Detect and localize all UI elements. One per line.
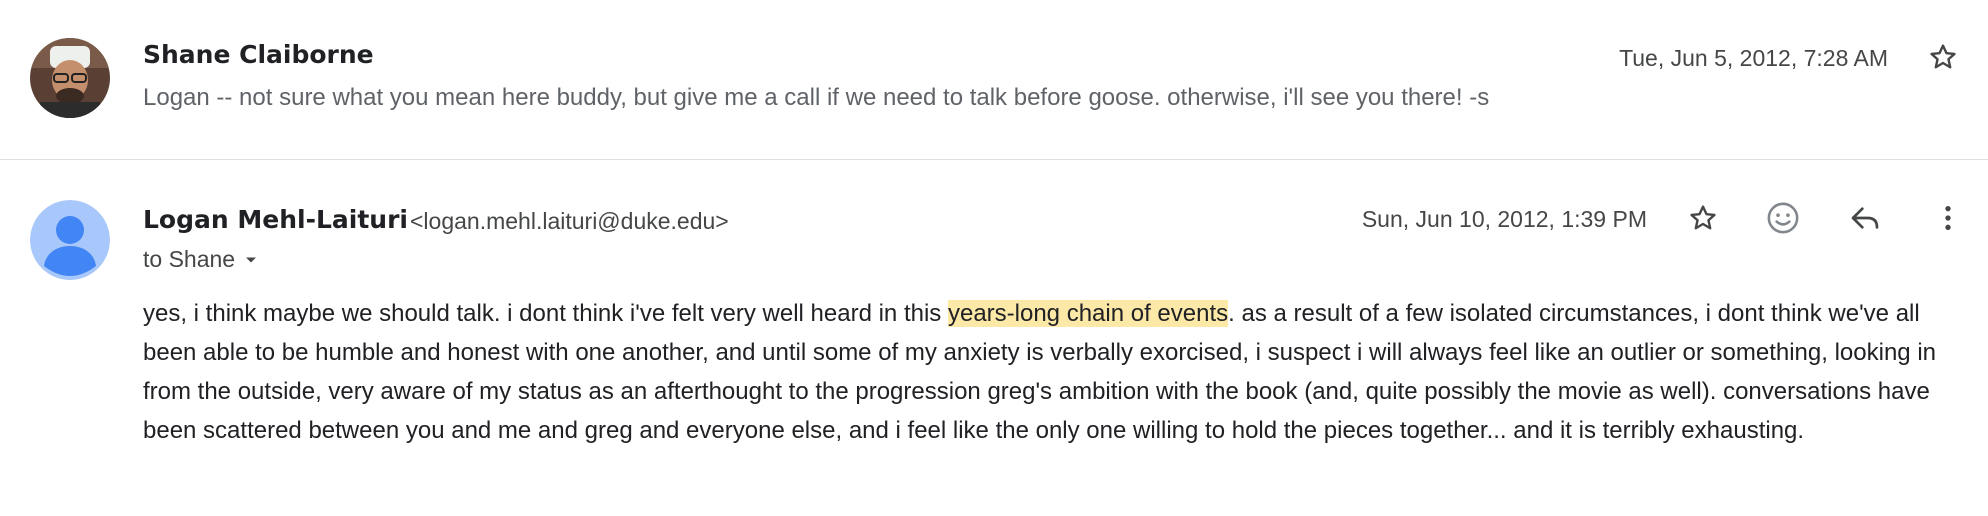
- chevron-down-icon: [246, 257, 257, 262]
- message-snippet: Logan -- not sure what you mean here bud…: [143, 84, 1490, 111]
- sender-email: <logan.mehl.laituri@duke.edu>: [410, 208, 729, 234]
- message-date: Sun, Jun 10, 2012, 1:39 PM: [1361, 206, 1647, 232]
- body-text-start: yes, i think maybe we should talk. i don…: [143, 300, 948, 327]
- emoji-react-icon[interactable]: [1761, 196, 1805, 240]
- photo-avatar-icon: [30, 38, 110, 118]
- avatar: [30, 200, 110, 280]
- message-date: Tue, Jun 5, 2012, 7:28 AM: [1619, 45, 1888, 71]
- sender-name: Logan Mehl-Laituri: [143, 205, 408, 234]
- recipient-details-toggle[interactable]: to Shane: [143, 246, 261, 273]
- star-icon[interactable]: [1921, 35, 1965, 79]
- message-body: yes, i think maybe we should talk. i don…: [143, 294, 1973, 450]
- message-expanded-logan: Logan Mehl-Laituri <logan.mehl.laituri@d…: [0, 160, 1988, 516]
- default-person-avatar-icon: [30, 200, 110, 280]
- star-icon[interactable]: [1681, 196, 1725, 240]
- recipient-label: to Shane: [143, 246, 236, 272]
- sender-name: Shane Claiborne: [143, 40, 374, 69]
- avatar: [30, 38, 110, 118]
- message-collapsed-shane[interactable]: Shane Claiborne Logan -- not sure what y…: [0, 0, 1988, 160]
- reply-icon[interactable]: [1843, 196, 1887, 240]
- highlighted-phrase: years-long chain of events: [947, 300, 1229, 327]
- more-vert-icon[interactable]: [1926, 196, 1970, 240]
